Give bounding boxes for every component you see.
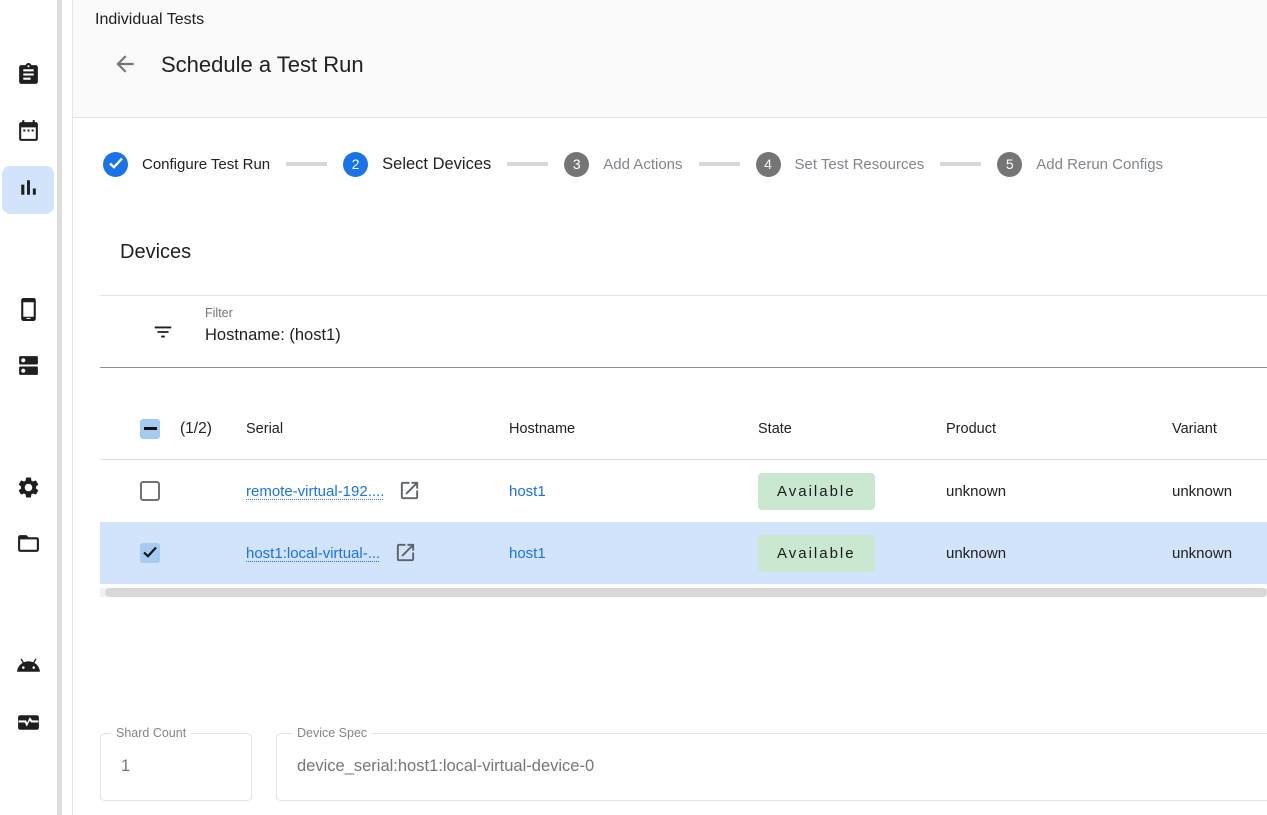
- filter-field-value[interactable]: Hostname: (host1): [205, 326, 341, 345]
- device-spec-label: Device Spec: [292, 726, 372, 740]
- calendar-icon: [16, 118, 41, 148]
- step-set-test-resources[interactable]: 4 Set Test Resources: [756, 152, 925, 177]
- android-icon: [16, 653, 41, 683]
- clipboard-icon: [16, 62, 41, 92]
- shard-count-value[interactable]: 1: [121, 757, 130, 776]
- nav-monitoring-button[interactable]: [2, 701, 54, 749]
- nav-test-runs-button[interactable]: [2, 166, 54, 214]
- stepper-connector: [286, 162, 327, 166]
- stepper-connector: [507, 162, 548, 166]
- back-button[interactable]: [111, 52, 139, 80]
- shard-count-label: Shard Count: [111, 726, 191, 740]
- column-header-serial: Serial: [246, 421, 509, 437]
- content-divider: [72, 0, 73, 815]
- bar-chart-icon: [16, 175, 41, 205]
- stepper-connector: [699, 162, 740, 166]
- smartphone-icon: [16, 297, 41, 327]
- nav-settings-button[interactable]: [2, 466, 54, 514]
- dns-icon: [16, 353, 41, 383]
- step-1-circle: [103, 152, 128, 177]
- shard-count-field[interactable]: Shard Count 1: [100, 733, 252, 801]
- device-table: (1/2) Serial Hostname State Product Vari…: [100, 398, 1267, 584]
- nav-android-button[interactable]: [2, 644, 54, 692]
- device-filter-field[interactable]: Filter Hostname: (host1): [100, 295, 1267, 368]
- step-3-label: Add Actions: [603, 156, 682, 173]
- monitor-pulse-icon: [16, 710, 41, 740]
- variant-cell: unknown: [1172, 483, 1267, 500]
- open-in-new-icon[interactable]: [394, 541, 418, 565]
- column-header-state: State: [758, 421, 946, 437]
- nav-tests-button[interactable]: [2, 53, 54, 101]
- product-cell: unknown: [946, 483, 1172, 500]
- step-1-label: Configure Test Run: [142, 156, 270, 173]
- left-nav-rail: [0, 0, 57, 815]
- scrollbar-thumb[interactable]: [105, 588, 1267, 597]
- filter-field-label: Filter: [205, 306, 233, 320]
- arrow-back-icon: [112, 51, 138, 82]
- select-all-checkbox[interactable]: [140, 419, 160, 439]
- nav-scrollbar-thumb[interactable]: [57, 0, 62, 815]
- column-header-product: Product: [946, 421, 1172, 437]
- device-row-selected[interactable]: host1:local-virtual-... host1 Available …: [100, 522, 1267, 584]
- devices-section-title: Devices: [120, 241, 191, 264]
- step-2-circle: 2: [343, 152, 368, 177]
- page-header: Individual Tests Schedule a Test Run: [73, 0, 1267, 118]
- nav-file-browser-button[interactable]: [2, 522, 54, 570]
- step-select-devices[interactable]: 2 Select Devices: [343, 152, 491, 177]
- product-cell: unknown: [946, 545, 1172, 562]
- hostname-link[interactable]: host1: [509, 545, 546, 562]
- column-header-hostname: Hostname: [509, 421, 758, 437]
- folder-icon: [16, 531, 41, 561]
- device-spec-value[interactable]: device_serial:host1:local-virtual-device…: [297, 757, 594, 776]
- step-configure-test-run[interactable]: Configure Test Run: [103, 152, 270, 177]
- indeterminate-mark: [144, 427, 157, 430]
- device-serial-link[interactable]: remote-virtual-192....: [246, 483, 384, 500]
- row-checkbox-checked[interactable]: [140, 543, 160, 563]
- device-row[interactable]: remote-virtual-192.... host1 Available u…: [100, 460, 1267, 522]
- settings-gear-icon: [16, 475, 41, 505]
- step-3-circle: 3: [564, 152, 589, 177]
- variant-cell: unknown: [1172, 545, 1267, 562]
- nav-hosts-button[interactable]: [2, 344, 54, 392]
- step-2-label: Select Devices: [382, 155, 491, 174]
- step-add-actions[interactable]: 3 Add Actions: [564, 152, 682, 177]
- device-serial-link[interactable]: host1:local-virtual-...: [246, 545, 380, 562]
- state-badge: Available: [758, 473, 875, 510]
- open-in-new-icon[interactable]: [398, 479, 422, 503]
- breadcrumb: Individual Tests: [95, 11, 204, 29]
- nav-devices-button[interactable]: [2, 288, 54, 336]
- nav-test-plans-button[interactable]: [2, 109, 54, 157]
- selection-count: (1/2): [180, 420, 212, 438]
- row-checkbox[interactable]: [140, 481, 160, 501]
- main-content: Individual Tests Schedule a Test Run Con…: [73, 0, 1267, 815]
- filter-list-icon: [152, 321, 174, 343]
- hostname-link[interactable]: host1: [509, 483, 546, 500]
- check-icon: [109, 156, 123, 172]
- state-badge: Available: [758, 535, 875, 572]
- step-4-label: Set Test Resources: [795, 156, 925, 173]
- stepper-connector: [940, 162, 981, 166]
- page-title: Schedule a Test Run: [161, 52, 364, 78]
- step-4-circle: 4: [756, 152, 781, 177]
- column-header-variant: Variant: [1172, 421, 1267, 437]
- step-5-circle: 5: [997, 152, 1022, 177]
- table-horizontal-scrollbar: [100, 588, 1267, 597]
- stepper: Configure Test Run 2 Select Devices 3 Ad…: [103, 150, 1163, 178]
- device-table-header: (1/2) Serial Hostname State Product Vari…: [100, 398, 1267, 460]
- check-icon: [143, 545, 157, 562]
- app-root: Individual Tests Schedule a Test Run Con…: [0, 0, 1267, 815]
- step-add-rerun-configs[interactable]: 5 Add Rerun Configs: [997, 152, 1163, 177]
- device-spec-field[interactable]: Device Spec device_serial:host1:local-vi…: [276, 733, 1267, 801]
- step-5-label: Add Rerun Configs: [1036, 156, 1163, 173]
